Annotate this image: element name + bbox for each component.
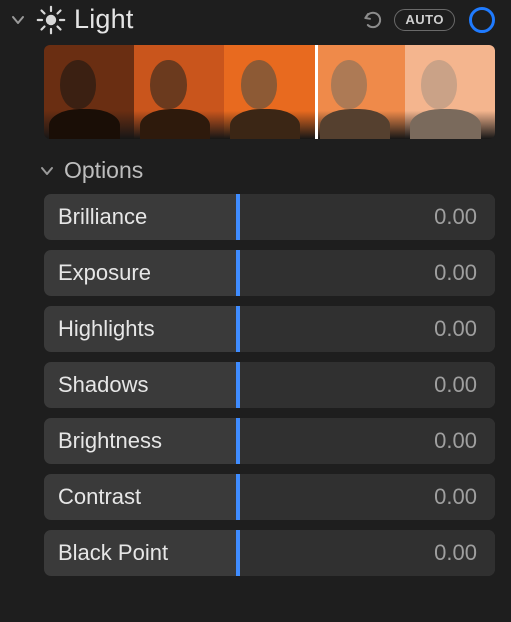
slider-thumb[interactable] — [236, 474, 240, 520]
undo-icon — [362, 9, 384, 31]
slider-value: 0.00 — [434, 484, 477, 510]
light-preview-strip[interactable] — [44, 45, 495, 139]
brightness-slider[interactable]: Brightness 0.00 — [44, 418, 495, 464]
slider-thumb[interactable] — [236, 250, 240, 296]
slider-value: 0.00 — [434, 540, 477, 566]
slider-value: 0.00 — [434, 372, 477, 398]
slider-label: Exposure — [44, 260, 151, 286]
shadows-slider[interactable]: Shadows 0.00 — [44, 362, 495, 408]
slider-label: Shadows — [44, 372, 149, 398]
slider-label: Brightness — [44, 428, 162, 454]
light-active-indicator[interactable] — [469, 7, 495, 33]
slider-thumb[interactable] — [236, 418, 240, 464]
preview-frame — [224, 45, 314, 139]
sun-icon — [36, 5, 66, 35]
preview-frame — [315, 45, 405, 139]
highlights-slider[interactable]: Highlights 0.00 — [44, 306, 495, 352]
slider-thumb[interactable] — [236, 306, 240, 352]
contrast-slider[interactable]: Contrast 0.00 — [44, 474, 495, 520]
chevron-down-icon — [40, 164, 54, 178]
light-section-header: Light AUTO — [0, 4, 511, 41]
slider-value: 0.00 — [434, 204, 477, 230]
chevron-down-icon — [11, 13, 25, 27]
slider-thumb[interactable] — [236, 194, 240, 240]
slider-label: Brilliance — [44, 204, 147, 230]
slider-label: Contrast — [44, 484, 141, 510]
slider-label: Highlights — [44, 316, 155, 342]
light-sliders-group: Brilliance 0.00 Exposure 0.00 Highlights 0.00… — [0, 192, 511, 576]
preview-frame — [134, 45, 224, 139]
slider-value: 0.00 — [434, 316, 477, 342]
brilliance-slider[interactable]: Brilliance 0.00 — [44, 194, 495, 240]
light-adjust-panel: Light AUTO Options Brilliance0.00Exposur… — [0, 0, 511, 576]
preview-frame — [44, 45, 134, 139]
options-disclosure-toggle[interactable]: Options — [0, 139, 511, 192]
preview-strip-cursor[interactable] — [315, 45, 318, 139]
slider-thumb[interactable] — [236, 362, 240, 408]
exposure-slider[interactable]: Exposure 0.00 — [44, 250, 495, 296]
slider-label: Black Point — [44, 540, 168, 566]
slider-value: 0.00 — [434, 428, 477, 454]
slider-value: 0.00 — [434, 260, 477, 286]
reset-light-button[interactable] — [360, 7, 386, 33]
preview-frame — [405, 45, 495, 139]
options-label: Options — [64, 157, 143, 184]
auto-light-button[interactable]: AUTO — [394, 9, 455, 31]
slider-thumb[interactable] — [236, 530, 240, 576]
light-section-title: Light — [74, 4, 134, 35]
black-point-slider[interactable]: Black Point 0.00 — [44, 530, 495, 576]
light-disclosure-toggle[interactable] — [8, 6, 28, 34]
